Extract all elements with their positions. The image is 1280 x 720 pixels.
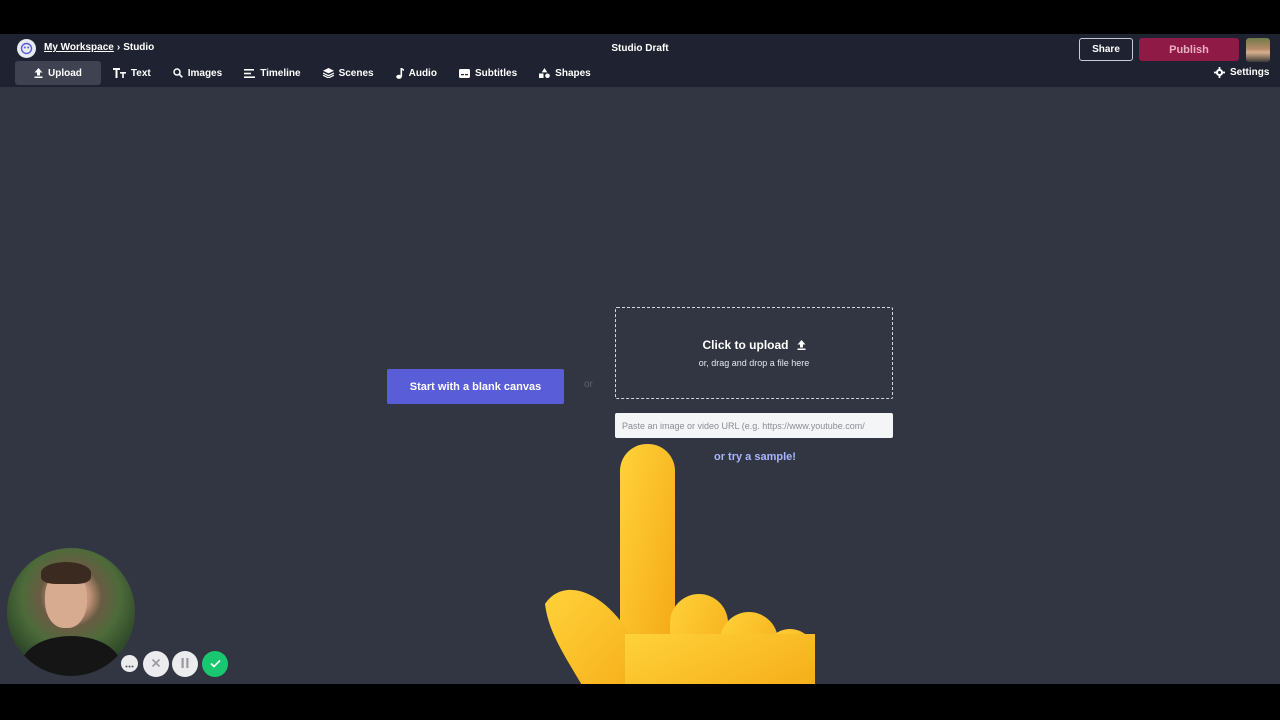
blank-canvas-button[interactable]: Start with a blank canvas [387,369,564,404]
share-button[interactable]: Share [1079,38,1133,61]
tool-audio-label: Audio [408,67,437,79]
tool-images-label: Images [187,67,223,79]
letterbox-bottom [0,684,1280,720]
upload-icon [797,340,806,350]
top-bar: My Workspace › Studio Studio Draft Share P… [0,34,1280,87]
tool-images[interactable]: Images [163,61,232,85]
layers-icon [322,68,334,78]
tool-upload[interactable]: Upload [15,61,101,85]
timeline-icon [244,68,256,78]
tool-timeline[interactable]: Timeline [234,61,310,85]
upload-title-text: Click to upload [702,338,789,352]
letterbox-top [0,0,1280,34]
recorder-more-button[interactable] [121,655,138,672]
tool-audio[interactable]: Audio [386,61,447,85]
or-divider-text: or [584,379,593,390]
upload-subtitle: or, drag and drop a file here [698,358,810,368]
tool-upload-label: Upload [48,67,82,79]
editor-toolbar: Upload Text Images Timeline Scenes Audio [15,61,603,85]
recorder-finish-button[interactable] [202,651,228,677]
more-icon [125,655,134,673]
tool-scenes-label: Scenes [338,67,374,79]
tool-timeline-label: Timeline [260,67,301,79]
shapes-icon [539,68,550,78]
publish-button[interactable]: Publish [1139,38,1239,61]
tool-shapes-label: Shapes [555,67,591,79]
pointing-hand-icon [545,444,815,684]
tool-subtitles-label: Subtitles [474,67,518,79]
recorder-pause-button[interactable] [172,651,198,677]
webcam-preview[interactable] [7,548,135,676]
tool-scenes[interactable]: Scenes [313,61,384,85]
webcam-person-shirt [21,636,121,676]
tool-text[interactable]: Text [103,61,161,85]
music-note-icon [395,67,404,79]
upload-icon [34,68,43,78]
webcam-person-hair [41,562,91,584]
search-icon [172,68,183,78]
settings-button[interactable]: Settings [1214,67,1269,78]
upload-title: Click to upload [702,338,805,352]
editor-app: My Workspace › Studio Studio Draft Share P… [0,34,1280,684]
check-icon [209,655,221,673]
gear-icon [1214,67,1225,78]
text-icon [112,68,126,78]
user-avatar[interactable] [1246,38,1270,62]
tool-shapes[interactable]: Shapes [529,61,601,85]
cancel-icon [151,655,161,673]
upload-dropzone[interactable]: Click to upload or, drag and drop a file… [615,307,893,399]
subtitles-icon [458,68,470,78]
tool-subtitles[interactable]: Subtitles [449,61,527,85]
recorder-cancel-button[interactable] [143,651,169,677]
tool-text-label: Text [130,67,151,79]
pause-icon [181,655,189,673]
media-url-input[interactable] [615,413,893,438]
settings-label: Settings [1230,67,1270,78]
